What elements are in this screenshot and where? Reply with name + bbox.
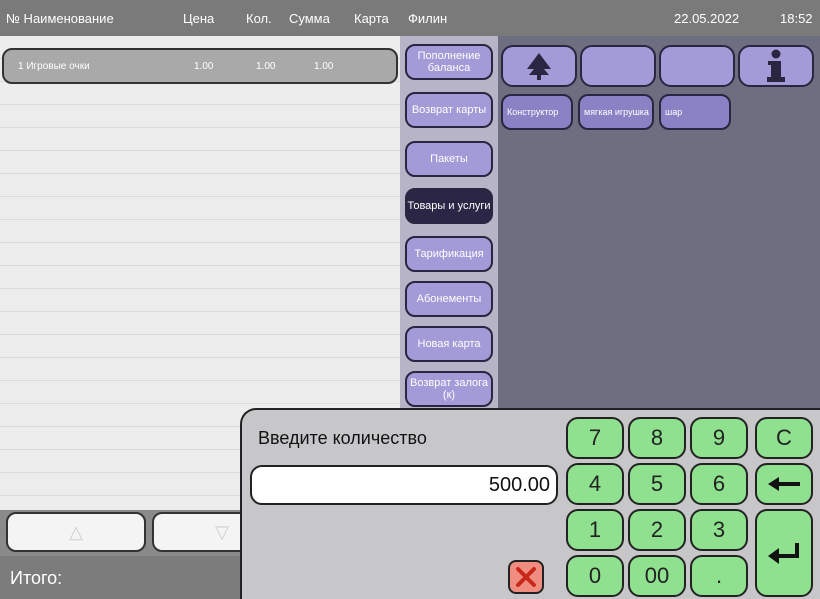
info-icon — [767, 49, 785, 82]
date-label: 22.05.2022 — [674, 11, 740, 26]
col-qty: Кол. — [246, 11, 272, 26]
row-sum: 1.00 — [314, 61, 334, 72]
order-row-selected[interactable]: 1 Игровые очки 1.00 1.00 1.00 — [2, 48, 398, 84]
key-9[interactable]: 9 — [690, 417, 748, 459]
branch-name: Филин — [408, 11, 448, 26]
category-packages[interactable]: Пакеты — [405, 141, 493, 177]
enter-icon — [768, 543, 799, 564]
category-goods-services[interactable]: Товары и услуги — [405, 188, 493, 224]
key-8[interactable]: 8 — [628, 417, 686, 459]
category-subscriptions[interactable]: Абонементы — [405, 281, 493, 317]
key-1[interactable]: 1 — [566, 509, 624, 551]
key-3[interactable]: 3 — [690, 509, 748, 551]
cancel-button[interactable] — [508, 560, 544, 594]
header-bar: № Наименование Цена Кол. Сумма Карта Фил… — [0, 0, 820, 36]
row-qty: 1.00 — [256, 61, 276, 72]
quantity-field[interactable]: 500.00 — [250, 465, 558, 505]
key-2[interactable]: 2 — [628, 509, 686, 551]
backspace-arrow-icon — [768, 477, 800, 491]
key-4[interactable]: 4 — [566, 463, 624, 505]
chevron-down-icon: ▽ — [215, 521, 229, 542]
col-price: Цена — [183, 11, 215, 26]
scroll-up-button[interactable]: △ — [6, 512, 146, 552]
chevron-up-icon: △ — [69, 521, 83, 542]
item-balloon[interactable]: шар — [659, 94, 731, 130]
total-label: Итого: — [10, 568, 63, 588]
key-decimal[interactable]: . — [690, 555, 748, 597]
col-card: Карта — [354, 11, 389, 26]
col-sum: Сумма — [289, 11, 330, 26]
category-tariffs[interactable]: Тарификация — [405, 236, 493, 272]
key-5[interactable]: 5 — [628, 463, 686, 505]
category-return-card[interactable]: Возврат карты — [405, 92, 493, 128]
key-00[interactable]: 00 — [628, 555, 686, 597]
enter-key[interactable] — [755, 509, 813, 597]
key-7[interactable]: 7 — [566, 417, 624, 459]
category-new-card[interactable]: Новая карта — [405, 326, 493, 362]
info-button[interactable] — [738, 45, 814, 87]
backspace-key[interactable] — [755, 463, 813, 505]
key-6[interactable]: 6 — [690, 463, 748, 505]
time-label: 18:52 — [780, 11, 813, 26]
blank-button-1[interactable] — [580, 45, 656, 87]
key-0[interactable]: 0 — [566, 555, 624, 597]
up-level-button[interactable] — [501, 45, 577, 87]
item-soft-toy[interactable]: мягкая игрушка — [578, 94, 654, 130]
category-deposit-return[interactable]: Возврат залога (к) — [405, 371, 493, 407]
key-clear[interactable]: C — [755, 417, 813, 459]
row-name: 1 Игровые очки — [18, 61, 90, 72]
item-constructor[interactable]: Конструктор — [501, 94, 573, 130]
quantity-prompt: Введите количество — [258, 428, 427, 448]
items-panel — [498, 36, 820, 416]
tree-up-icon — [527, 53, 551, 80]
blank-button-2[interactable] — [659, 45, 735, 87]
category-top-up-balance[interactable]: Пополнение баланса — [405, 44, 493, 80]
col-num-name: № Наименование — [6, 11, 114, 26]
cancel-x-icon — [516, 567, 536, 587]
row-price: 1.00 — [194, 61, 214, 72]
